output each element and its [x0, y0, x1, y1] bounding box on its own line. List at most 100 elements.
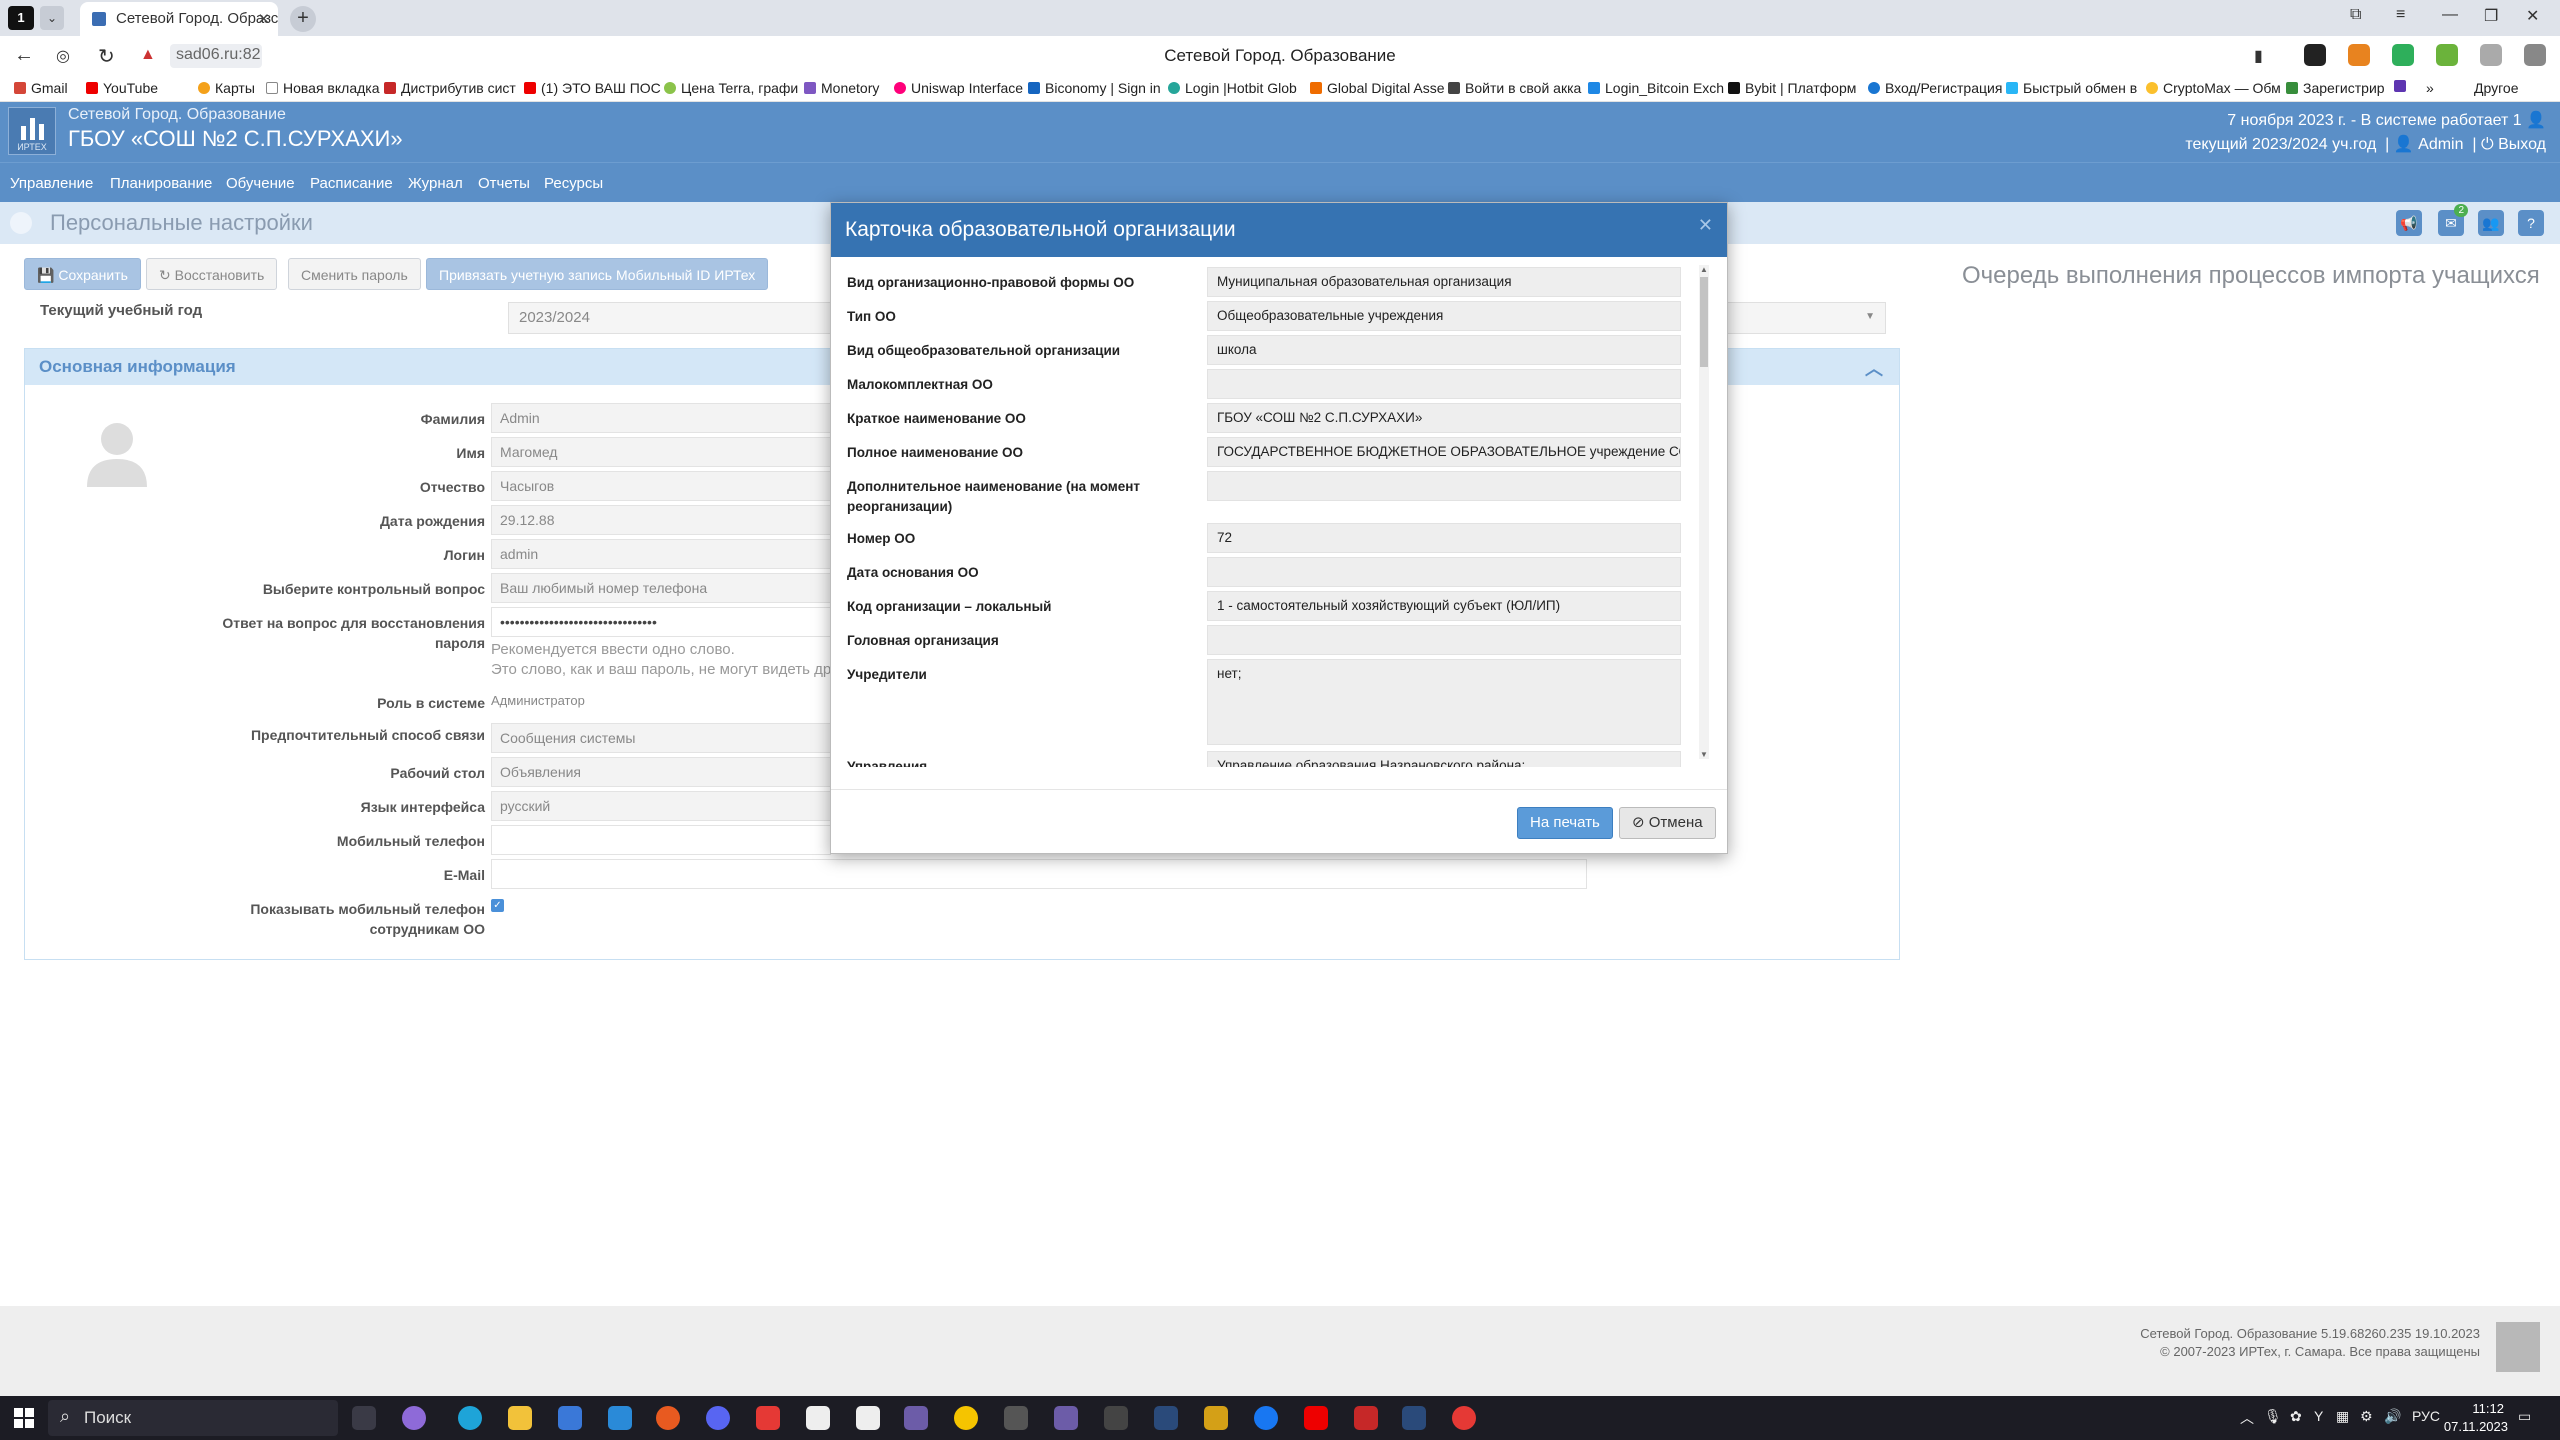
- browser-tab-active[interactable]: Сетевой Город. Образс ✕: [80, 2, 278, 36]
- windows-start-icon[interactable]: [14, 1408, 34, 1428]
- tab-close-icon[interactable]: ✕: [257, 10, 270, 28]
- school-name[interactable]: ГБОУ «СОШ №2 С.П.СУРХАХИ»: [68, 126, 403, 152]
- bookmark-item[interactable]: YouTube: [86, 80, 158, 96]
- extension-shield-icon[interactable]: [2392, 44, 2414, 66]
- bookmark-item[interactable]: Цена Terra, графи: [664, 80, 798, 96]
- menu-journal[interactable]: Журнал: [408, 175, 463, 192]
- modal-scrollbar[interactable]: ▲ ▼: [1699, 265, 1709, 759]
- tray-chevron-icon[interactable]: ︿: [2240, 1408, 2254, 1428]
- minimize-icon[interactable]: —: [2442, 6, 2458, 24]
- more-bookmarks-icon[interactable]: »: [2426, 80, 2434, 96]
- app-icon[interactable]: [1104, 1406, 1128, 1430]
- firstname-field[interactable]: Магомед: [491, 437, 831, 467]
- ea-icon[interactable]: [656, 1406, 680, 1430]
- language-select[interactable]: русский: [491, 791, 831, 821]
- yandex-browser-icon[interactable]: [1452, 1406, 1476, 1430]
- mail-icon[interactable]: ✉ 2: [2438, 204, 2468, 236]
- clock-time[interactable]: 11:12: [2472, 1401, 2504, 1416]
- tray-app-icon[interactable]: ✿: [2290, 1408, 2302, 1425]
- downloads-icon[interactable]: [2524, 44, 2546, 66]
- tab-list-chevron-icon[interactable]: ⌄: [40, 6, 64, 30]
- bookmark-item[interactable]: Uniswap Interface: [894, 80, 1023, 96]
- help-icon[interactable]: ?: [2518, 210, 2544, 236]
- tab-counter[interactable]: 1: [8, 6, 34, 30]
- new-tab-button[interactable]: +: [290, 6, 316, 32]
- mobile-phone-field[interactable]: [491, 825, 831, 855]
- tray-app-icon[interactable]: Y: [2314, 1408, 2323, 1424]
- document-icon[interactable]: [806, 1406, 830, 1430]
- speaker-icon[interactable]: 🔊: [2384, 1408, 2401, 1425]
- lastname-field[interactable]: Admin: [491, 403, 831, 433]
- bookmark-icon[interactable]: ▮: [2254, 46, 2263, 66]
- year-info[interactable]: текущий 2023/2024 уч.год: [2185, 136, 2376, 153]
- app-icon[interactable]: [402, 1406, 426, 1430]
- security-answer-field[interactable]: ••••••••••••••••••••••••••••••••: [491, 607, 831, 637]
- logout-link[interactable]: Выход: [2498, 136, 2546, 153]
- app-icon[interactable]: [1354, 1406, 1378, 1430]
- app-icon[interactable]: [1204, 1406, 1228, 1430]
- announce-icon[interactable]: 📢: [2396, 210, 2422, 236]
- menu-resources[interactable]: Ресурсы: [544, 175, 603, 192]
- steam-icon[interactable]: [1402, 1406, 1426, 1430]
- window-close-icon[interactable]: ✕: [2526, 6, 2539, 26]
- menu-planning[interactable]: Планирование: [110, 175, 212, 192]
- security-question-select[interactable]: Ваш любимый номер телефона: [491, 573, 831, 603]
- scroll-up-icon[interactable]: ▲: [1699, 265, 1709, 274]
- restore-button[interactable]: ↻ Восстановить: [146, 258, 278, 290]
- collapse-chevron-icon[interactable]: ︿: [1865, 355, 1883, 381]
- print-button[interactable]: На печать: [1517, 807, 1613, 839]
- cancel-button[interactable]: ⊘ Отмена: [1619, 807, 1716, 839]
- bookmark-item[interactable]: Войти в свой акка: [1448, 80, 1581, 96]
- show-mobile-checkbox[interactable]: ✓: [491, 899, 504, 912]
- input-language[interactable]: РУС: [2412, 1408, 2440, 1424]
- steam-icon[interactable]: [1154, 1406, 1178, 1430]
- bookmark-item[interactable]: Карты: [198, 80, 255, 96]
- menu-management[interactable]: Управление: [10, 175, 93, 192]
- store-icon[interactable]: [558, 1406, 582, 1430]
- collections-icon[interactable]: ⧉: [2350, 6, 2361, 24]
- modal-close-icon[interactable]: ✕: [1698, 215, 1713, 236]
- irtech-logo[interactable]: ИРТЕХ: [8, 107, 56, 155]
- bookmark-item[interactable]: Global Digital Asse: [1310, 80, 1445, 96]
- bookmark-item[interactable]: Дистрибутив сист: [384, 80, 516, 96]
- app-icon[interactable]: [1054, 1406, 1078, 1430]
- menu-schedule[interactable]: Расписание: [310, 175, 393, 192]
- discord-icon[interactable]: [706, 1406, 730, 1430]
- bookmark-item[interactable]: Biconomy | Sign in: [1028, 80, 1161, 96]
- bookmark-item[interactable]: (1) ЭТО ВАШ ПОС: [524, 80, 661, 96]
- facebook-icon[interactable]: [1254, 1406, 1278, 1430]
- link-mobile-id-button[interactable]: Привязать учетную запись Мобильный ID ИР…: [426, 258, 769, 290]
- taskbar-search[interactable]: ⌕ Поиск: [48, 1400, 338, 1436]
- login-field[interactable]: admin: [491, 539, 831, 569]
- youtube-app-icon[interactable]: [1304, 1406, 1328, 1430]
- bookmark-item[interactable]: Login |Hotbit Glob: [1168, 80, 1297, 96]
- bookmark-item[interactable]: Вход/Регистрация: [1868, 80, 2002, 96]
- edge-icon[interactable]: [458, 1406, 482, 1430]
- network-icon[interactable]: ▦: [2336, 1408, 2349, 1425]
- contact-method-select[interactable]: Сообщения системы: [491, 723, 831, 753]
- app-icon[interactable]: [954, 1406, 978, 1430]
- patronymic-field[interactable]: Часыгов: [491, 471, 831, 501]
- extension-binance-icon[interactable]: [2304, 44, 2326, 66]
- users-icon[interactable]: 👥: [2478, 210, 2504, 236]
- microphone-icon[interactable]: 🎙: [2264, 1408, 2282, 1425]
- bookmark-item[interactable]: Login_Bitcoin Exch: [1588, 80, 1724, 96]
- yandex-icon[interactable]: [756, 1406, 780, 1430]
- bookmark-item[interactable]: CryptoMax — Обм: [2146, 80, 2281, 96]
- file-explorer-icon[interactable]: [508, 1406, 532, 1430]
- bookmark-item[interactable]: Bybit | Платформ: [1728, 80, 1856, 96]
- app-icon[interactable]: [904, 1406, 928, 1430]
- bookmark-item[interactable]: Monetory: [804, 80, 879, 96]
- menu-reports[interactable]: Отчеты: [478, 175, 530, 192]
- tray-app-icon[interactable]: ⚙: [2360, 1408, 2373, 1425]
- email-field[interactable]: [491, 859, 1587, 889]
- bookmark-item[interactable]: [2394, 80, 2406, 92]
- other-bookmarks[interactable]: Другое: [2474, 80, 2518, 96]
- document-icon[interactable]: [856, 1406, 880, 1430]
- scroll-thumb[interactable]: [1700, 277, 1708, 367]
- scroll-down-icon[interactable]: ▼: [1699, 750, 1709, 759]
- mail-app-icon[interactable]: [608, 1406, 632, 1430]
- menu-education[interactable]: Обучение: [226, 175, 295, 192]
- change-password-button[interactable]: Сменить пароль: [288, 258, 421, 290]
- extension-download-icon[interactable]: [2436, 44, 2458, 66]
